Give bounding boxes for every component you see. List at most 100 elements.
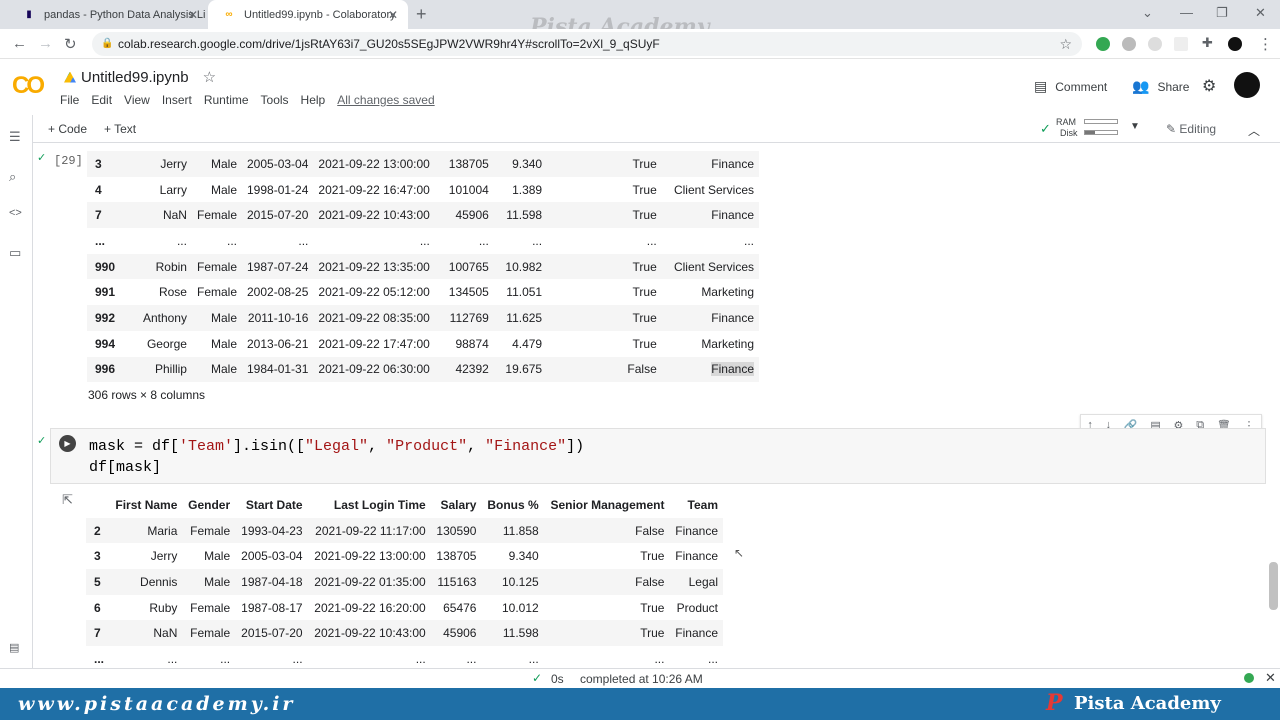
table-cell: 1984-01-31 <box>247 362 309 377</box>
terminal-icon[interactable]: ▤ <box>9 641 19 654</box>
table-cell: ... <box>220 651 231 666</box>
dataframe-shape: 306 rows × 8 columns <box>88 388 206 402</box>
add-text-button[interactable]: + Text <box>104 122 136 136</box>
row-index: 4 <box>95 182 102 197</box>
table-cell: False <box>627 362 657 377</box>
tab-pandas[interactable]: ▮ pandas - Python Data Analysis Li ✕ <box>8 0 208 29</box>
mouse-cursor: ↖ <box>734 546 745 560</box>
connection-dot-icon <box>1244 673 1254 683</box>
table-cell: 115163 <box>437 574 477 589</box>
notebook-title-text[interactable]: Untitled99.ipynb <box>81 69 189 86</box>
table-cell: Finance <box>675 626 718 641</box>
table-cell: Rose <box>158 285 187 300</box>
dataframe-output: 3 Jerry Male 2005-03-04 2021-09-22 13:00:00 1… <box>87 151 759 383</box>
table-cell: Larry <box>159 182 187 197</box>
bookmark-star-icon[interactable]: ☆ <box>1059 32 1072 56</box>
notebook-title[interactable]: Untitled99.ipynb ☆ <box>64 68 216 86</box>
table-row: 992 Anthony Male 2011-10-16 2021-09-22 08:35… <box>87 305 759 331</box>
close-icon[interactable]: ✕ <box>388 8 398 22</box>
column-header: Senior Management <box>550 497 665 512</box>
table-cell: Female <box>196 259 237 274</box>
search-icon[interactable]: ⌕ <box>9 169 16 185</box>
forward-icon[interactable]: → <box>38 35 53 52</box>
menu-insert[interactable]: Insert <box>162 93 192 107</box>
minimize-icon[interactable]: — <box>1180 5 1193 20</box>
editing-mode-button[interactable]: ✎ Editing <box>1166 122 1216 136</box>
share-button[interactable]: 👥 Share <box>1132 78 1189 95</box>
row-index: 3 <box>95 156 102 171</box>
row-index: 6 <box>94 600 101 615</box>
table-of-contents-icon[interactable]: ☰ <box>9 129 21 145</box>
star-icon[interactable]: ☆ <box>203 68 216 86</box>
extension-icon[interactable] <box>1174 37 1188 51</box>
table-cell: 101004 <box>448 182 489 197</box>
execution-count: [29] <box>54 154 83 168</box>
settings-gear-icon[interactable]: ⚙ <box>1202 76 1216 96</box>
comment-button[interactable]: ▤ Comment <box>1034 78 1107 95</box>
puzzle-icon[interactable]: ✚ <box>1202 35 1213 51</box>
scrollbar[interactable] <box>1269 562 1278 610</box>
extension-icon[interactable] <box>1096 37 1110 51</box>
chevron-down-icon[interactable]: ▼ <box>1130 121 1140 132</box>
maximize-icon[interactable]: ❐ <box>1216 5 1228 21</box>
avatar[interactable] <box>1234 72 1260 98</box>
table-cell: 9.340 <box>512 156 543 171</box>
save-status[interactable]: All changes saved <box>337 93 434 107</box>
menu-help[interactable]: Help <box>301 93 326 107</box>
tab-colab[interactable]: ∞ Untitled99.ipynb - Colaboratory ✕ <box>208 0 408 29</box>
table-cell: 100765 <box>448 259 489 274</box>
table-cell: 11.598 <box>502 626 539 641</box>
tab-title: Untitled99.ipynb - Colaboratory <box>244 8 396 21</box>
table-cell: ... <box>298 233 309 248</box>
cell-success-check-icon: ✓ <box>37 435 47 447</box>
code-snippets-icon[interactable]: <> <box>9 207 22 219</box>
url-bar[interactable]: 🔒 colab.research.google.com/drive/1jsRtA… <box>92 32 1082 56</box>
table-cell: 2021-09-22 08:35:00 <box>318 310 430 325</box>
window-close-icon[interactable]: ✕ <box>1255 5 1266 21</box>
menu-file[interactable]: File <box>60 93 79 107</box>
table-cell: False <box>635 574 665 589</box>
tab-search-icon[interactable]: ⌄ <box>1142 5 1153 21</box>
row-index: ... <box>94 651 105 666</box>
table-row: ........................... <box>86 646 723 668</box>
table-cell: ... <box>167 651 178 666</box>
run-cell-button[interactable]: ▶ <box>59 435 76 452</box>
back-icon[interactable]: ← <box>12 35 27 52</box>
new-tab-icon[interactable]: + <box>416 4 427 25</box>
output-actions-icon[interactable]: ⇱ <box>62 492 73 508</box>
code-cell-2[interactable]: ▶ mask = df['Team'].isin(["Legal", "Prod… <box>50 428 1266 484</box>
menu-tools[interactable]: Tools <box>261 93 289 107</box>
chrome-menu-icon[interactable]: ⋮ <box>1258 35 1273 53</box>
table-row: 4 Larry Male 1998-01-24 2021-09-22 16:47:00 1… <box>87 177 759 203</box>
row-index: 7 <box>95 208 102 223</box>
close-icon[interactable]: ✕ <box>188 8 198 22</box>
reload-icon[interactable]: ↻ <box>64 35 77 53</box>
table-cell: Female <box>190 626 231 641</box>
table-row: 7 NaN Female 2015-07-20 2021-09-22 10:43:00 4… <box>87 202 759 229</box>
extension-icon[interactable] <box>1148 37 1162 51</box>
table-cell: 2021-09-22 16:47:00 <box>318 182 430 197</box>
table-cell: 2021-09-22 06:30:00 <box>318 362 430 377</box>
menu-view[interactable]: View <box>124 93 150 107</box>
disk-bar <box>1084 130 1118 135</box>
notebook-content: ✓ [29] 3 Jerry Male 2005-03-04 2021-09-22 13… <box>34 144 1280 668</box>
column-header: Last Login Time <box>333 497 426 512</box>
table-cell: 134505 <box>448 285 489 300</box>
table-cell: Male <box>204 574 231 589</box>
code-editor[interactable]: mask = df['Team'].isin(["Legal", "Produc… <box>89 436 584 478</box>
menu-edit[interactable]: Edit <box>91 93 112 107</box>
brand-name: Pista Academy <box>1074 693 1221 714</box>
close-icon[interactable]: ✕ <box>1265 670 1276 686</box>
add-code-button[interactable]: + Code <box>48 122 87 136</box>
folder-icon[interactable]: ▭ <box>9 245 21 261</box>
profile-icon[interactable] <box>1228 37 1242 51</box>
menu-runtime[interactable]: Runtime <box>204 93 249 107</box>
collapse-header-icon[interactable]: ︿ <box>1248 122 1260 139</box>
table-cell: True <box>632 208 657 223</box>
colab-logo[interactable]: CO <box>12 72 45 100</box>
column-header: Team <box>687 497 718 512</box>
table-cell: Finance <box>711 310 754 325</box>
table-cell: Robin <box>155 259 187 274</box>
extension-icon[interactable] <box>1122 37 1136 51</box>
row-index: 3 <box>94 549 101 564</box>
